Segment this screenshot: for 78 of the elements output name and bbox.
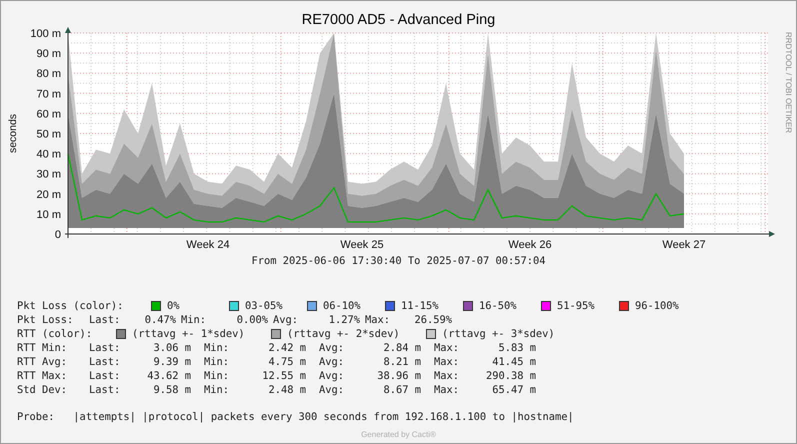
y-tick-label: 70 m — [36, 88, 61, 100]
stat-key: Avg: — [319, 370, 344, 382]
stat-value: 5.83 m — [497, 342, 536, 354]
stat-value: 2.42 m — [267, 342, 306, 354]
legend-label: 51-95% — [557, 300, 595, 312]
stat-value: 0.47% — [144, 314, 176, 326]
stat-key: Max: — [434, 342, 460, 354]
stat-value: 38.96 m — [376, 370, 421, 382]
legend-label: (rttavg +- 3*sdev) — [442, 328, 555, 340]
y-tick-label: 50 m — [36, 128, 61, 140]
x-tick-label: Week 25 — [340, 239, 384, 251]
y-tick-label: 100 m — [30, 28, 61, 40]
stat-key: Min: — [204, 384, 230, 396]
y-tick-label: 10 m — [36, 208, 61, 221]
legend-label: (rttavg +- 2*sdev) — [287, 328, 400, 340]
stat-value: 9.39 m — [152, 356, 191, 368]
stat-label: Std Dev: — [17, 384, 68, 396]
stat-value: 43.62 m — [146, 370, 191, 382]
stat-value: 1.27% — [328, 314, 360, 326]
y-tick-label: 0 — [54, 229, 61, 241]
probe-text: Probe: |attempts| |protocol| packets every 300 seconds from 192.168.1.100 to |hostname| — [17, 411, 574, 425]
x-tick-label: Week 27 — [662, 239, 706, 251]
y-tick-label: 90 m — [36, 48, 61, 60]
stat-key: Avg: — [319, 342, 344, 354]
stat-label: RTT Max: — [17, 370, 68, 382]
stat-label: RTT Min: — [17, 342, 68, 354]
legend-label: 06-10% — [323, 300, 361, 312]
stat-value: 41.45 m — [491, 356, 536, 368]
stat-value: 9.58 m — [152, 384, 191, 396]
legend-label: 11-15% — [401, 300, 439, 312]
stat-key: Avg: — [273, 314, 298, 326]
stat-key: Max: — [434, 356, 460, 368]
stat-label: Pkt Loss: — [17, 314, 74, 326]
legend-label: 16-50% — [479, 300, 517, 312]
graph-title: RE7000 AD5 - Advanced Ping — [302, 11, 496, 27]
time-range: From 2025-06-06 17:30:40 To 2025-07-07 00:57:04 — [251, 255, 546, 269]
stat-key: Last: — [89, 356, 120, 368]
y-tick-label: 60 m — [36, 108, 61, 120]
x-tick-label: Week 24 — [186, 239, 230, 251]
stat-label: RTT Avg: — [17, 356, 68, 368]
stat-value: 290.38 m — [484, 370, 536, 382]
stat-value: 8.67 m — [382, 384, 421, 396]
y-axis-label: seconds — [7, 114, 19, 154]
stat-key: Last: — [89, 314, 120, 326]
stat-key: Avg: — [319, 384, 344, 396]
stat-key: Last: — [89, 342, 120, 354]
y-tick-label: 40 m — [36, 148, 61, 161]
stat-value: 3.06 m — [152, 342, 191, 354]
stat-key: Last: — [89, 370, 120, 382]
y-tick-label: 80 m — [36, 68, 61, 80]
stat-key: Max: — [434, 370, 460, 382]
stat-value: 2.84 m — [382, 342, 421, 354]
y-tick-label: 20 m — [36, 188, 61, 201]
legend-label: 96-100% — [635, 300, 679, 312]
x-tick-label: Week 26 — [508, 239, 552, 251]
legend-label: 0% — [167, 300, 180, 312]
stat-value: 2.48 m — [267, 384, 306, 396]
stat-value: 4.75 m — [267, 356, 306, 368]
stat-key: Avg: — [319, 356, 344, 368]
stat-value: 65.47 m — [491, 384, 536, 396]
stat-key: Min: — [204, 342, 230, 354]
legend-label: 03-05% — [245, 300, 283, 312]
stat-key: Min: — [204, 370, 230, 382]
stat-key: Last: — [89, 384, 120, 396]
legend-label: (rttavg +- 1*sdev) — [132, 328, 245, 340]
stat-key: Min: — [204, 356, 230, 368]
stat-value: 0.00% — [236, 314, 268, 326]
legend-label: Pkt Loss (color): — [17, 300, 124, 312]
y-tick-label: 30 m — [36, 168, 61, 181]
footer-text: Generated by Cacti® — [361, 430, 436, 439]
credit-text: RRDTOOL / TOBI OETIKER — [784, 32, 793, 134]
stat-value: 12.55 m — [261, 370, 306, 382]
stat-key: Min: — [181, 314, 206, 326]
stat-value: 26.59% — [413, 314, 452, 326]
legend-label: RTT (color): — [17, 328, 94, 340]
stat-key: Max: — [434, 384, 460, 396]
stat-key: Max: — [365, 314, 390, 326]
stat-value: 8.21 m — [382, 356, 421, 368]
